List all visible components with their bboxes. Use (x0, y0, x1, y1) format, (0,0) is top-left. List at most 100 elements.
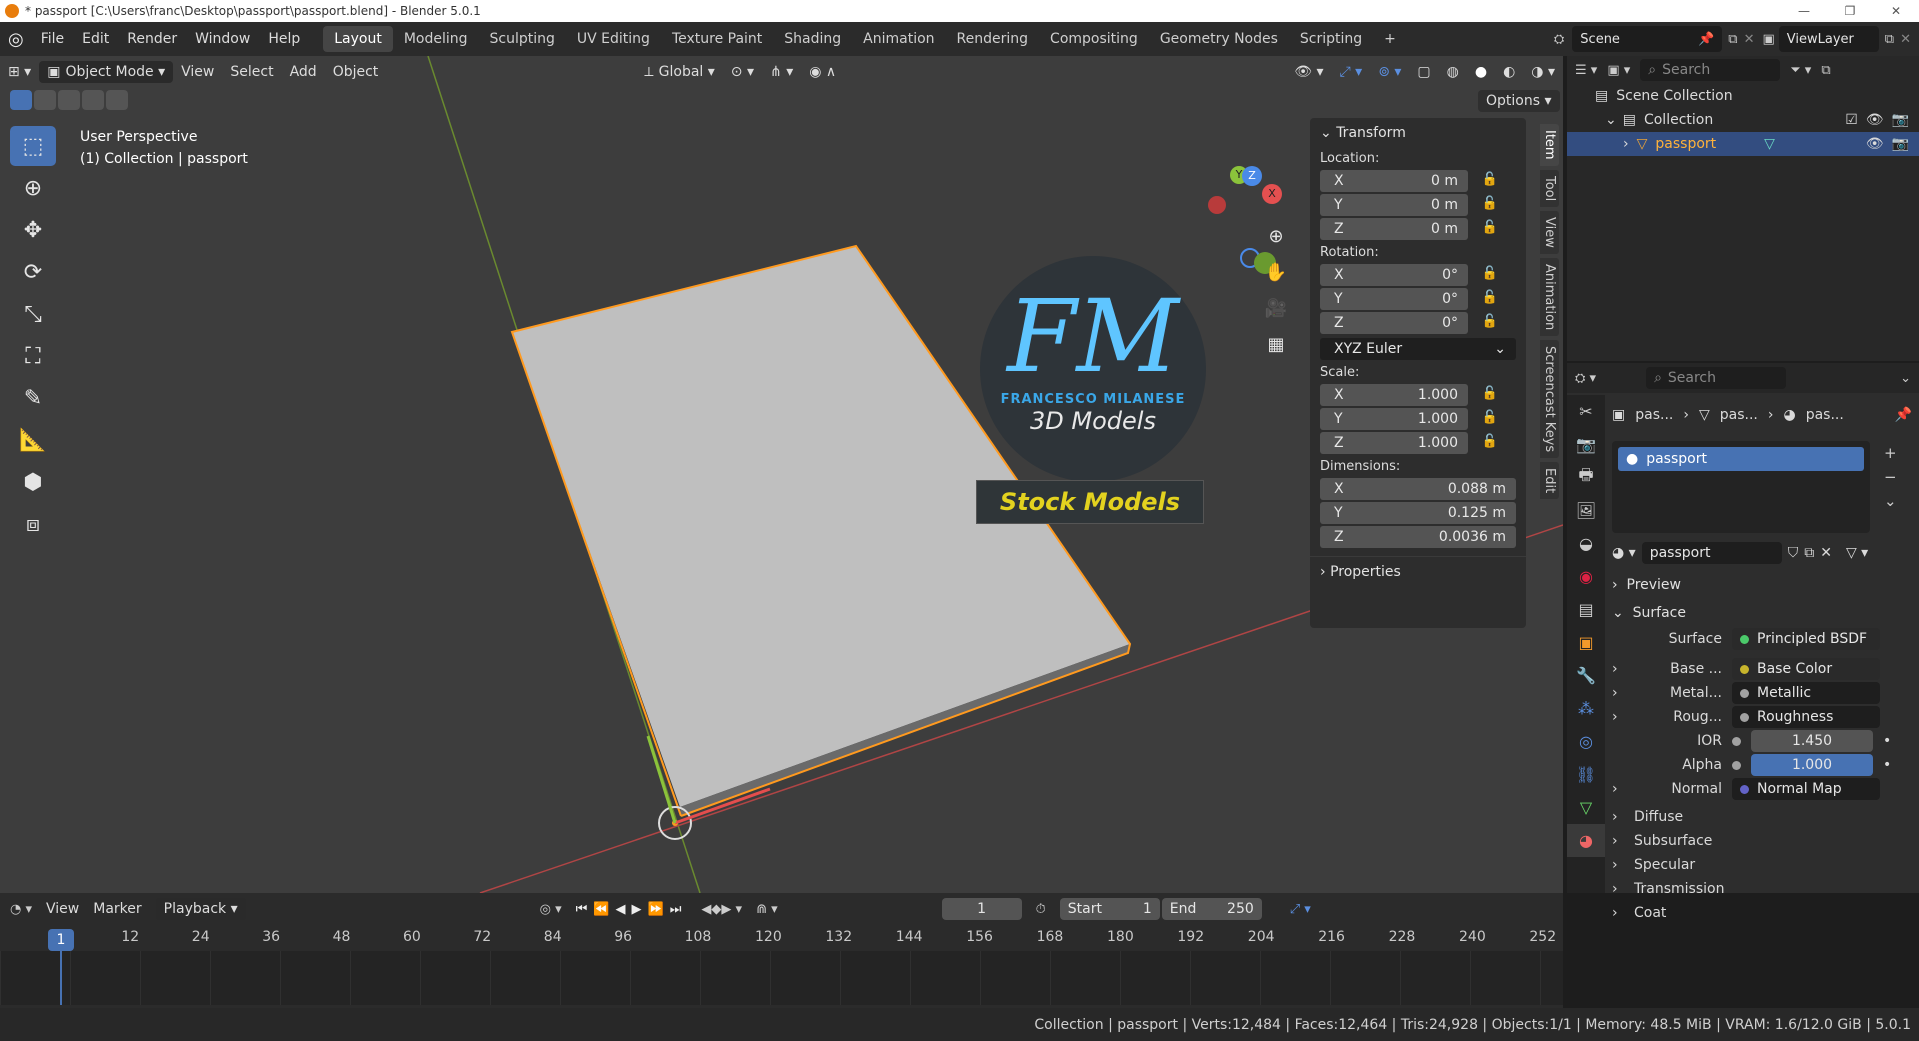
dimension-z-field[interactable]: Z 0.0036 m (1320, 526, 1516, 548)
eye-icon[interactable]: 👁 (1866, 136, 1884, 152)
menu-render[interactable]: Render (118, 31, 186, 47)
snap-icon[interactable]: ⋔ ▾ (762, 61, 801, 83)
alpha-slider[interactable]: 1.000 (1751, 754, 1873, 776)
measure-tool-icon[interactable]: 📐 (10, 420, 56, 460)
shading-wireframe-icon[interactable]: ◍ (1439, 61, 1467, 83)
keyframe-dot-icon[interactable]: • (1883, 733, 1891, 749)
surface-shader-field[interactable]: Principled BSDF (1732, 628, 1880, 650)
physics-tab-icon[interactable]: ◎ (1567, 725, 1605, 758)
mode-selector[interactable]: ▣ Object Mode ▾ (39, 61, 174, 83)
chevron-down-icon[interactable]: ⌄ (1900, 371, 1911, 386)
eye-icon[interactable]: 👁 (1866, 112, 1884, 128)
subsection-coat[interactable]: › Coat (1612, 901, 1912, 925)
scale-tool-icon[interactable]: ⤡ (10, 294, 56, 334)
editor-type-icon[interactable]: ⊞ ▾ (0, 61, 39, 83)
rotation-z-field[interactable]: Z 0° 🔓 (1320, 312, 1498, 334)
select-subtract-icon[interactable] (58, 90, 80, 110)
transform-orientation-dropdown[interactable]: ⟂ Global ▾ (636, 61, 723, 83)
timeline-menu-marker[interactable]: Marker (93, 901, 141, 917)
ior-field[interactable]: 1.450 (1751, 730, 1873, 752)
camera-icon[interactable]: 📷 (1892, 136, 1909, 152)
new-scene-icon[interactable]: ⧉ (1728, 32, 1737, 47)
playhead-frame-label[interactable]: 1 (48, 929, 74, 951)
properties-editor-icon[interactable]: ⛭ ▾ (1575, 371, 1596, 386)
lock-icon[interactable]: 🔓 (1482, 434, 1498, 449)
workspace-tab-scripting[interactable]: Scripting (1289, 26, 1373, 52)
add-workspace-icon[interactable]: + (1373, 26, 1407, 52)
shading-rendered-icon[interactable]: ◑ ▾ (1523, 61, 1563, 83)
browse-material-icon[interactable]: ◕ ▾ (1612, 545, 1636, 561)
lock-icon[interactable]: 🔓 (1482, 290, 1498, 305)
tab-animation[interactable]: Animation (1540, 257, 1559, 336)
outliner-search-input[interactable]: ⌕ Search (1640, 59, 1781, 81)
unlink-material-icon[interactable]: ✕ (1820, 545, 1832, 561)
subsection-diffuse[interactable]: › Diffuse (1612, 805, 1912, 829)
tab-view[interactable]: View (1540, 210, 1559, 254)
expand-toggle-icon[interactable]: › (1612, 781, 1628, 797)
pivot-point-icon[interactable]: ⊙ ▾ (723, 61, 762, 83)
visibility-icon[interactable]: 👁 ▾ (1286, 61, 1331, 83)
annotate-tool-icon[interactable]: ✎ (10, 378, 56, 418)
scene-selector[interactable]: Scene 📌 (1572, 26, 1723, 52)
zoom-icon[interactable]: ⊕ (1260, 226, 1292, 262)
subsection-transmission[interactable]: › Transmission (1612, 877, 1912, 901)
tool-tab-icon[interactable]: ✂ (1567, 395, 1605, 428)
viewport-menu-select[interactable]: Select (222, 61, 281, 83)
material-slot-list[interactable]: ● passport (1612, 441, 1870, 533)
filter-icon[interactable]: ⏷ ▾ (1790, 63, 1811, 78)
workspace-tab-modeling[interactable]: Modeling (393, 26, 479, 52)
menu-edit[interactable]: Edit (73, 31, 118, 47)
select-invert-icon[interactable] (82, 90, 104, 110)
workspace-tab-layout[interactable]: Layout (323, 26, 393, 52)
cursor-tool-icon[interactable]: ⊕ (10, 168, 56, 208)
menu-help[interactable]: Help (259, 31, 309, 47)
slot-specials-button[interactable]: ⌄ (1884, 489, 1897, 513)
workspace-tab-compositing[interactable]: Compositing (1039, 26, 1149, 52)
autokey-record-icon[interactable]: ◎ ▾ (540, 902, 562, 917)
pan-hand-icon[interactable]: ✋ (1260, 262, 1292, 298)
timeline-view-options-icon[interactable]: ⤢ ▾ (1290, 902, 1311, 917)
scale-y-field[interactable]: Y 1.000 🔓 (1320, 408, 1498, 430)
outliner-scene-collection[interactable]: ▤ Scene Collection (1567, 84, 1919, 108)
normal-link-field[interactable]: Normal Map (1732, 778, 1880, 800)
material-type-icon[interactable]: ▽ ▾ (1846, 545, 1868, 561)
pin-scene-icon[interactable]: 📌 (1698, 32, 1714, 47)
tab-edit[interactable]: Edit (1540, 462, 1559, 500)
start-frame-field[interactable]: Start 1 (1059, 898, 1160, 920)
surface-section-header[interactable]: ⌄ Surface (1612, 599, 1912, 627)
workspace-tab-texture-paint[interactable]: Texture Paint (661, 26, 773, 52)
lock-icon[interactable]: 🔓 (1482, 220, 1498, 235)
add-object-tool-icon[interactable]: ⧈ (10, 504, 56, 544)
rotation-mode-dropdown[interactable]: XYZ Euler ⌄ (1320, 338, 1516, 360)
fake-user-icon[interactable]: ⛉ (1788, 545, 1799, 561)
viewport-menu-object[interactable]: Object (325, 61, 387, 83)
scene-selector-icon[interactable]: ⛭ (1554, 32, 1564, 47)
shading-material-icon[interactable]: ◐ (1495, 61, 1523, 83)
workspace-tab-animation[interactable]: Animation (852, 26, 945, 52)
remove-viewlayer-icon[interactable]: ✕ (1900, 32, 1911, 47)
snap-frames-icon[interactable]: ⋒ ▾ (756, 902, 778, 917)
timeline-editor-icon[interactable]: ◔ ▾ (10, 902, 32, 917)
data-tab-icon[interactable]: ▽ (1567, 791, 1605, 824)
maximize-button[interactable]: ❐ (1827, 4, 1873, 18)
workspace-tab-sculpting[interactable]: Sculpting (479, 26, 566, 52)
keyframe-dot-icon[interactable]: • (1883, 757, 1891, 773)
location-y-field[interactable]: Y 0 m 🔓 (1320, 194, 1498, 216)
remove-slot-button[interactable]: − (1884, 465, 1897, 489)
lock-icon[interactable]: 🔓 (1482, 314, 1498, 329)
overlays-icon[interactable]: ⊚ ▾ (1370, 61, 1409, 83)
location-z-field[interactable]: Z 0 m 🔓 (1320, 218, 1498, 240)
new-collection-icon[interactable]: ⧉ (1821, 63, 1830, 78)
expand-toggle-icon[interactable]: › (1612, 709, 1628, 725)
end-frame-field[interactable]: End 250 (1161, 898, 1262, 920)
properties-panel-header[interactable]: › Properties (1310, 556, 1526, 586)
world-tab-icon[interactable]: ◉ (1567, 560, 1605, 593)
metallic-link-field[interactable]: Metallic (1732, 682, 1880, 704)
lock-icon[interactable]: 🔓 (1482, 410, 1498, 425)
timeline-menu-playback[interactable]: Playback ▾ (155, 898, 246, 920)
close-window-button[interactable]: ✕ (1873, 4, 1919, 18)
outliner-collection[interactable]: ⌄ ▤ Collection ☑ 👁 📷 (1567, 108, 1919, 132)
remove-scene-icon[interactable]: ✕ (1744, 32, 1755, 47)
properties-search-input[interactable]: ⌕ Search (1646, 367, 1787, 389)
viewport-menu-view[interactable]: View (173, 61, 222, 83)
